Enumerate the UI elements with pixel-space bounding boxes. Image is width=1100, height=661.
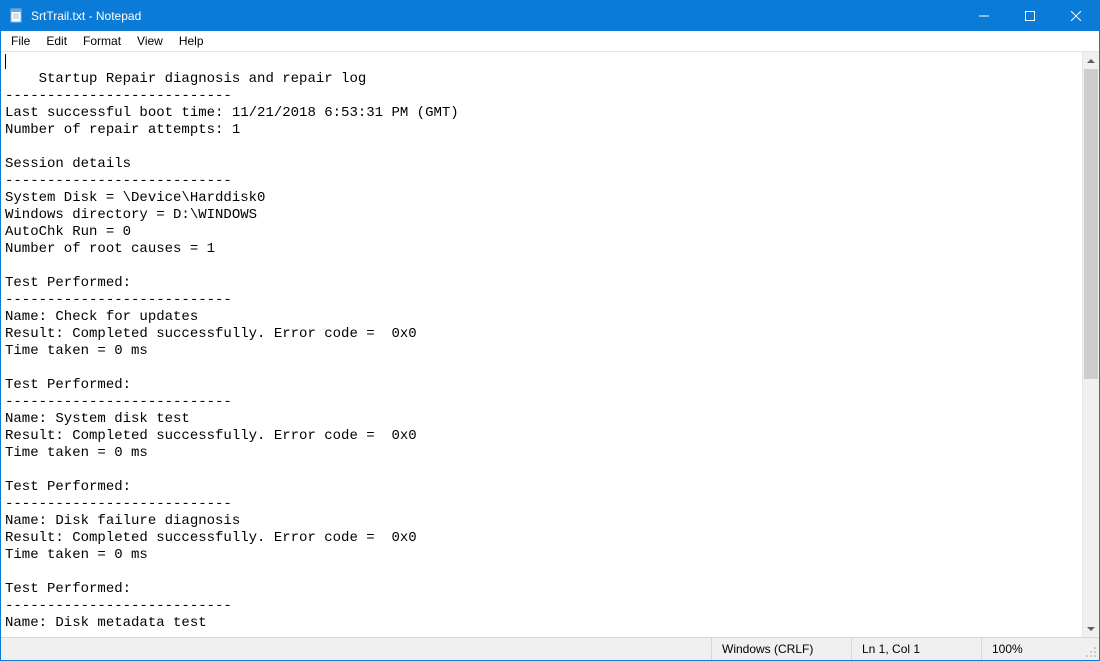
scroll-down-arrow[interactable] [1083,620,1099,637]
close-button[interactable] [1053,1,1099,31]
status-line-ending: Windows (CRLF) [711,638,851,660]
window-controls [961,1,1099,31]
titlebar[interactable]: SrtTrail.txt - Notepad [1,1,1099,31]
statusbar: Windows (CRLF) Ln 1, Col 1 100% [1,637,1099,660]
resize-grip[interactable] [1081,638,1099,660]
menubar: File Edit Format View Help [1,31,1099,52]
scroll-thumb[interactable] [1084,69,1098,379]
scroll-up-arrow[interactable] [1083,52,1099,69]
menu-format[interactable]: Format [75,32,129,50]
content-area: Startup Repair diagnosis and repair log … [1,52,1099,637]
titlebar-left: SrtTrail.txt - Notepad [1,8,141,24]
menu-view[interactable]: View [129,32,171,50]
document-text: Startup Repair diagnosis and repair log … [5,71,459,631]
minimize-button[interactable] [961,1,1007,31]
notepad-icon [9,8,25,24]
maximize-button[interactable] [1007,1,1053,31]
text-editor[interactable]: Startup Repair diagnosis and repair log … [1,52,1082,637]
status-cursor-position: Ln 1, Col 1 [851,638,981,660]
vertical-scrollbar[interactable] [1082,52,1099,637]
text-caret [5,54,6,69]
menu-help[interactable]: Help [171,32,212,50]
resize-grip-icon [1085,646,1097,658]
menu-file[interactable]: File [3,32,38,50]
menu-edit[interactable]: Edit [38,32,75,50]
scroll-track[interactable] [1083,69,1099,620]
window-title: SrtTrail.txt - Notepad [31,9,141,23]
status-zoom: 100% [981,638,1081,660]
